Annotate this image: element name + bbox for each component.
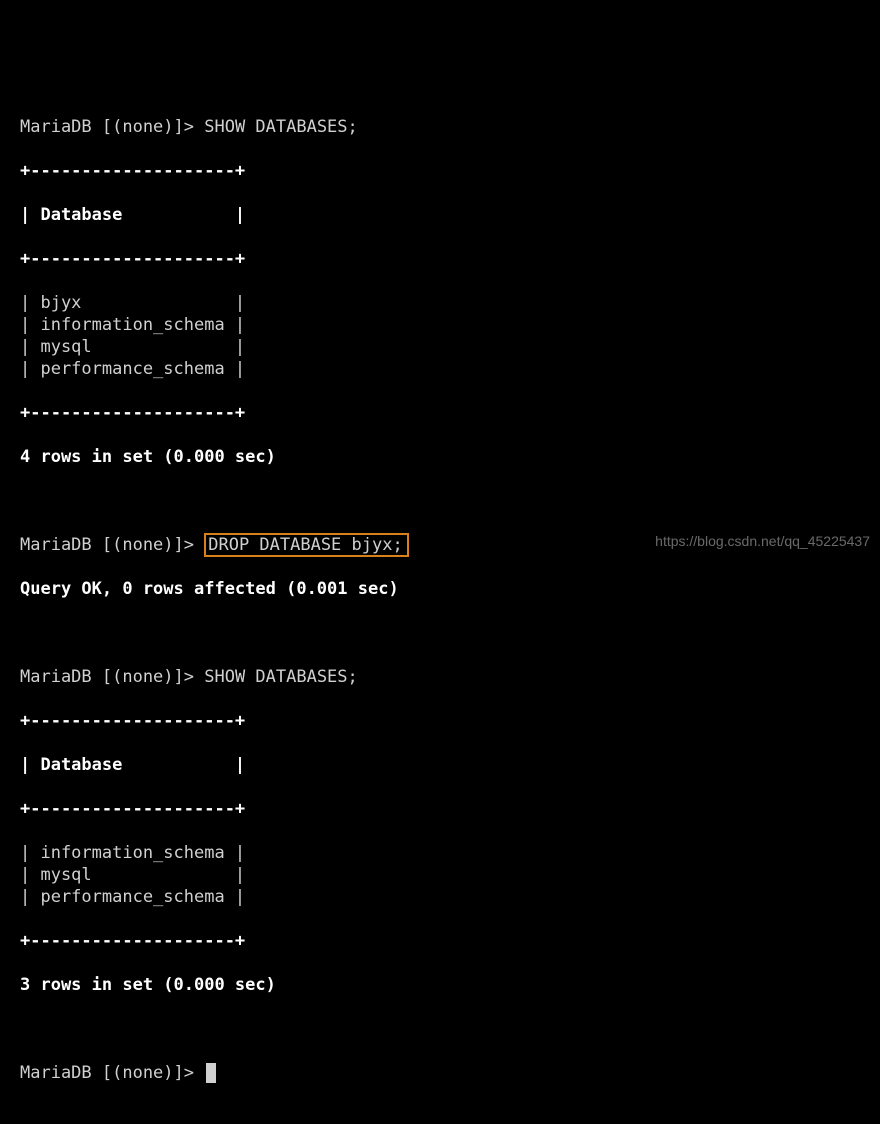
blank-line xyxy=(20,490,860,512)
prompt: MariaDB [(none)]> xyxy=(20,535,204,555)
table-border: +--------------------+ xyxy=(20,402,860,424)
prompt: MariaDB [(none)]> xyxy=(20,1063,204,1083)
result-summary: 4 rows in set (0.000 sec) xyxy=(20,446,860,468)
highlighted-command: DROP DATABASE bjyx; xyxy=(204,533,408,557)
table-border: +--------------------+ xyxy=(20,930,860,952)
watermark: https://blog.csdn.net/qq_45225437 xyxy=(655,530,870,552)
cursor-icon xyxy=(206,1063,216,1083)
table-row: | mysql | xyxy=(20,336,860,358)
table-border: +--------------------+ xyxy=(20,798,860,820)
prompt: MariaDB [(none)]> xyxy=(20,667,204,687)
table-header: | Database | xyxy=(20,204,860,226)
table-rows: | bjyx || information_schema || mysql ||… xyxy=(20,292,860,380)
table-header: | Database | xyxy=(20,754,860,776)
table-row: | bjyx | xyxy=(20,292,860,314)
table-border: +--------------------+ xyxy=(20,248,860,270)
prompt: MariaDB [(none)]> xyxy=(20,117,204,137)
table-border: +--------------------+ xyxy=(20,160,860,182)
terminal-output: MariaDB [(none)]> SHOW DATABASES; +-----… xyxy=(20,94,860,1106)
cmd-line-4[interactable]: MariaDB [(none)]> xyxy=(20,1062,860,1084)
table-row: | mysql | xyxy=(20,864,860,886)
blank-line xyxy=(20,1018,860,1040)
table-rows: | information_schema || mysql || perform… xyxy=(20,842,860,908)
blank-line xyxy=(20,622,860,644)
command: SHOW DATABASES; xyxy=(204,117,358,137)
table-row: | performance_schema | xyxy=(20,358,860,380)
result-summary: 3 rows in set (0.000 sec) xyxy=(20,974,860,996)
result-summary: Query OK, 0 rows affected (0.001 sec) xyxy=(20,578,860,600)
cmd-line-3: MariaDB [(none)]> SHOW DATABASES; xyxy=(20,666,860,688)
table-row: | information_schema | xyxy=(20,842,860,864)
cmd-line-1: MariaDB [(none)]> SHOW DATABASES; xyxy=(20,116,860,138)
table-border: +--------------------+ xyxy=(20,710,860,732)
command: SHOW DATABASES; xyxy=(204,667,358,687)
table-row: | information_schema | xyxy=(20,314,860,336)
table-row: | performance_schema | xyxy=(20,886,860,908)
